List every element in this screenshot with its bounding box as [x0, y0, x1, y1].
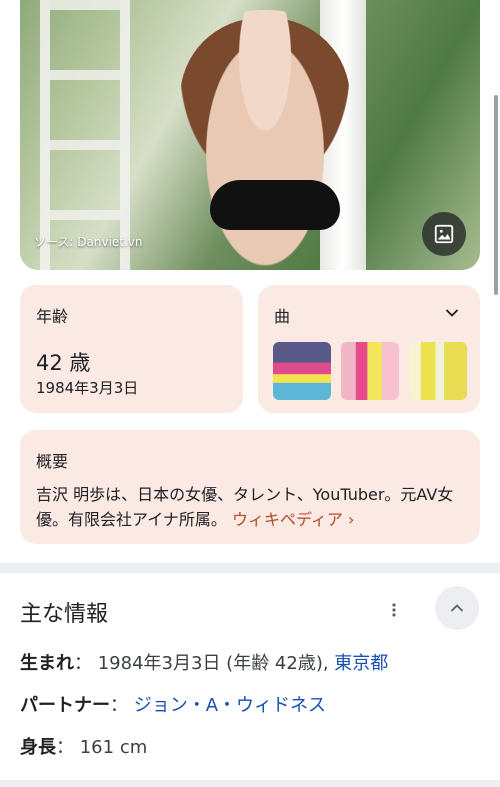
song-thumbnail[interactable] [273, 342, 331, 400]
person-shape [190, 10, 340, 270]
born-value: 1984年3月3日 (年齢 42歳), [97, 653, 335, 674]
birth-date: 1984年3月3日 [36, 379, 139, 397]
songs-card-title: 曲 [274, 307, 291, 326]
chevron-down-icon[interactable] [442, 303, 462, 323]
birthplace-link[interactable]: 東京都 [334, 653, 388, 674]
age-card-title: 年齢 [36, 307, 69, 326]
age-card[interactable]: 年齢 42 歳 1984年3月3日 [20, 285, 243, 413]
bottom-divider [0, 780, 500, 787]
collapse-button[interactable] [435, 586, 479, 630]
image-search-button[interactable] [422, 212, 466, 256]
scrollbar[interactable] [494, 95, 498, 295]
label-separator: ： [56, 737, 80, 758]
song-thumbnail[interactable] [341, 342, 399, 400]
song-thumbnail[interactable] [409, 342, 467, 400]
label-separator: ： [110, 695, 134, 716]
chevron-up-icon [451, 604, 463, 612]
swimsuit-shape [210, 180, 340, 230]
overview-card: 概要 吉沢 明歩は、日本の女優、タレント、YouTuber。元AV女優。有限会社… [20, 430, 480, 544]
born-label: 生まれ [20, 653, 74, 674]
ladder-shape [40, 0, 130, 270]
wikipedia-link[interactable]: ウィキペディア › [232, 510, 354, 529]
overview-title: 概要 [36, 452, 69, 471]
main-info-title: 主な情報 [20, 602, 109, 627]
partner-link[interactable]: ジョン・A・ウィドネス [134, 695, 326, 716]
songs-card[interactable]: 曲 [258, 285, 480, 413]
image-icon [434, 224, 454, 244]
more-vert-icon [392, 603, 396, 617]
info-row-height: 身長： 161 cm [20, 733, 147, 759]
label-separator: ： [74, 653, 98, 674]
overview-text: 吉沢 明歩は、日本の女優、タレント、YouTuber。元AV女優。有限会社アイナ… [36, 482, 466, 532]
section-divider [0, 563, 500, 573]
info-row-born: 生まれ： 1984年3月3日 (年齢 42歳), 東京都 [20, 649, 388, 675]
more-options-button[interactable] [380, 596, 408, 624]
partner-label: パートナー [20, 695, 110, 716]
age-value: 42 歳 [36, 351, 91, 375]
info-row-partner: パートナー： ジョン・A・ウィドネス [20, 691, 326, 717]
height-value: 161 cm [79, 737, 148, 758]
height-label: 身長 [20, 737, 56, 758]
song-thumbnails [273, 342, 467, 400]
image-source-caption: ソース: Danviet.vn [34, 235, 143, 249]
hero-image[interactable]: ソース: Danviet.vn [20, 0, 480, 270]
